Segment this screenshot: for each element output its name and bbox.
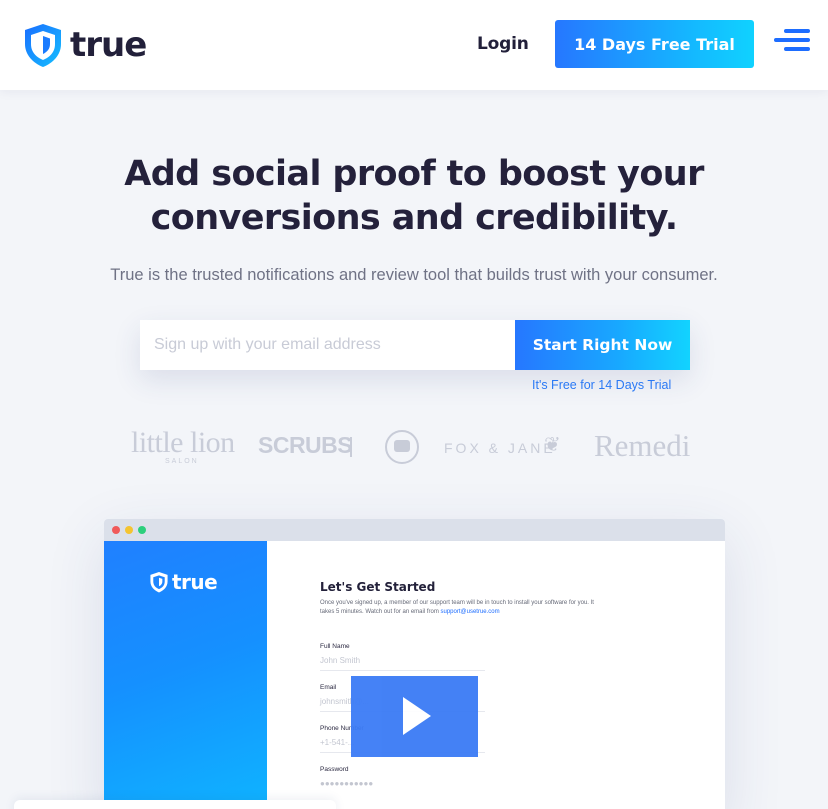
- start-right-now-button[interactable]: Start Right Now: [515, 320, 690, 370]
- menu-icon-bar: [784, 47, 810, 51]
- shield-logo-icon: [150, 572, 168, 593]
- scrubs-logo: SCRUBS: [258, 432, 353, 458]
- login-link[interactable]: Login: [477, 34, 529, 54]
- signup-form: Start Right Now: [140, 320, 690, 370]
- menu-icon[interactable]: [774, 29, 810, 51]
- little-lion-logo-sub: SALON: [165, 458, 199, 465]
- preview-logo-text: true: [172, 570, 218, 594]
- full-name-field[interactable]: John Smith: [320, 656, 360, 665]
- phone-field[interactable]: +1-541-...: [320, 738, 354, 747]
- preview-logo: true: [149, 570, 218, 594]
- hero-subtitle: True is the trusted notifications and re…: [110, 266, 718, 284]
- logo-text: true: [70, 25, 147, 65]
- password-field[interactable]: ●●●●●●●●●●●: [320, 779, 373, 788]
- app-preview-window: true Let's Get Started Once you've signe…: [104, 519, 725, 809]
- shield-logo-icon: [25, 24, 61, 67]
- hero-title-line2: conversions and credibility.: [150, 198, 678, 238]
- email-label: Email: [320, 684, 337, 691]
- email-input[interactable]: [140, 320, 515, 370]
- free-trial-note: It's Free for 14 Days Trial: [532, 378, 672, 392]
- preview-sidebar: true: [104, 541, 267, 809]
- preview-form-title: Let's Get Started: [320, 580, 436, 594]
- menu-icon-bar: [774, 38, 810, 42]
- browser-titlebar: [104, 519, 725, 541]
- preview-form-description: Once you've signed up, a member of our s…: [320, 599, 600, 617]
- maximize-dot-icon: [138, 526, 146, 534]
- little-lion-logo: little lion: [131, 426, 235, 459]
- client-logos: little lion SALON SCRUBS FOX & JANE ❦ Re…: [0, 420, 828, 480]
- seal-logo-icon: [385, 430, 419, 464]
- remedi-logo: Remedi: [594, 428, 691, 463]
- password-label: Password: [320, 766, 349, 773]
- scrubs-logo-mark: [350, 437, 360, 457]
- minimize-dot-icon: [125, 526, 133, 534]
- support-email-link[interactable]: support@usetrue.com: [441, 609, 500, 615]
- free-trial-button[interactable]: 14 Days Free Trial: [555, 20, 754, 68]
- menu-icon-bar: [784, 29, 810, 33]
- hero-title: Add social proof to boost your conversio…: [0, 152, 828, 240]
- field-divider: [320, 670, 485, 671]
- notification-card: [14, 800, 336, 809]
- fox-icon: ❦: [544, 432, 561, 456]
- play-video-button[interactable]: [351, 676, 478, 757]
- full-name-label: Full Name: [320, 643, 350, 650]
- logo[interactable]: true: [22, 22, 147, 68]
- hero-title-line1: Add social proof to boost your: [124, 154, 704, 194]
- close-dot-icon: [112, 526, 120, 534]
- fox-jane-logo: FOX & JANE: [444, 440, 556, 456]
- site-header: true Login 14 Days Free Trial: [0, 0, 828, 90]
